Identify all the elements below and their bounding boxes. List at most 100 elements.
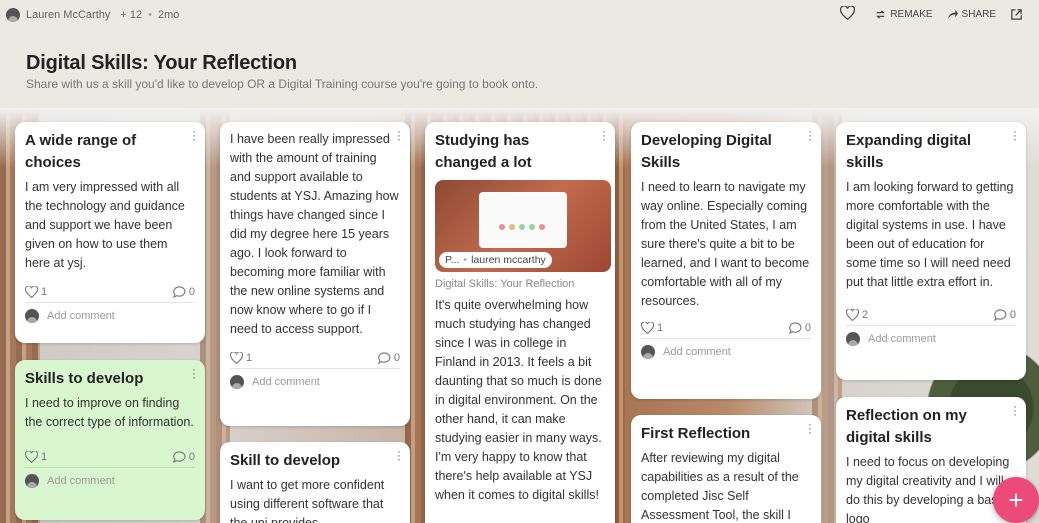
card-footer: 1 0 <box>25 281 195 303</box>
add-comment-label: Add comment <box>47 310 115 322</box>
thumbnail-dots <box>499 224 549 230</box>
remake-label: REMAKE <box>890 9 933 20</box>
comment-icon <box>172 285 186 298</box>
card-title: Expanding digital skills <box>846 132 972 171</box>
post-card[interactable]: · · · Expanding digital skills I am lookin… <box>836 122 1026 380</box>
add-comment-label: Add comment <box>252 376 320 388</box>
card-body: I am very impressed with all the technol… <box>25 180 185 270</box>
add-comment-row[interactable]: Add comment <box>230 369 400 395</box>
add-comment-row[interactable]: Add comment <box>846 326 1016 352</box>
share-icon <box>947 9 958 20</box>
remake-icon <box>876 10 886 19</box>
card-menu-button[interactable]: · · · <box>396 125 402 145</box>
heart-icon <box>641 321 654 334</box>
comment-count-button[interactable]: 0 <box>172 450 195 463</box>
user-avatar <box>25 474 39 488</box>
attachment-thumbnail <box>479 192 567 248</box>
post-card[interactable]: · · · Skill to develop I want to get more … <box>220 442 410 523</box>
toolbar-actions: REMAKE SHARE <box>840 5 1027 23</box>
card-title: Reflection on my digital skills <box>846 407 967 446</box>
card-body: I need to improve on finding the correct… <box>25 396 194 429</box>
comment-count-button[interactable]: 0 <box>788 321 811 334</box>
card-footer: 2 0 <box>846 304 1016 326</box>
card-title: First Reflection <box>641 425 751 442</box>
card-menu-button[interactable]: · · · <box>807 125 813 145</box>
card-menu-button[interactable]: · · · <box>601 125 607 145</box>
card-menu-button[interactable]: · · · <box>191 363 197 383</box>
post-age: 2mo <box>157 9 180 21</box>
comment-count-button[interactable]: 0 <box>993 308 1016 321</box>
comment-icon <box>172 450 186 463</box>
card-title: Developing Digital Skills <box>641 132 772 171</box>
add-comment-label: Add comment <box>868 333 936 345</box>
page-title: Digital Skills: Your Reflection <box>26 52 297 74</box>
card-menu-button[interactable]: · · · <box>191 125 197 145</box>
comment-count-button[interactable]: 0 <box>377 351 400 364</box>
share-label: SHARE <box>961 9 996 20</box>
remake-button[interactable]: REMAKE <box>875 9 933 20</box>
post-card[interactable]: · · · Studying has changed a lot P... • la… <box>425 122 615 523</box>
card-menu-button[interactable]: · · · <box>1012 125 1018 145</box>
author-name: Lauren McCarthy <box>26 9 111 21</box>
like-count: 2 <box>862 308 869 321</box>
heart-icon <box>230 351 243 364</box>
share-button[interactable]: SHARE <box>947 9 996 20</box>
add-comment-row[interactable]: Add comment <box>25 468 195 494</box>
like-button[interactable]: 2 <box>846 308 869 321</box>
comment-count-button[interactable]: 0 <box>172 285 195 298</box>
like-button[interactable]: 1 <box>641 321 663 334</box>
card-footer: 1 0 <box>230 347 400 369</box>
comment-count: 0 <box>188 450 195 463</box>
card-body: I want to get more confident using diffe… <box>230 478 385 523</box>
post-card[interactable]: · · · Developing Digital Skills I need to … <box>631 122 821 399</box>
like-count: 1 <box>41 285 48 298</box>
heart-icon[interactable] <box>840 5 856 23</box>
author-info[interactable]: Lauren McCarthy + 12 • 2mo <box>6 8 179 22</box>
add-comment-label: Add comment <box>47 475 115 487</box>
separator-dot: • <box>148 9 152 21</box>
card-title: A wide range of choices <box>25 132 137 171</box>
attachment-label: Digital Skills: Your Reflection <box>435 278 575 290</box>
external-link-icon <box>1011 9 1022 20</box>
card-title: Skills to develop <box>25 370 144 387</box>
card-body: I have been really impressed with the am… <box>230 132 399 336</box>
card-body: I am looking forward to getting more com… <box>846 180 1014 289</box>
open-external-button[interactable] <box>1010 8 1027 21</box>
plus-icon: + <box>1008 484 1024 515</box>
card-menu-button[interactable]: · · · <box>807 418 813 438</box>
add-comment-row[interactable]: Add comment <box>25 303 195 329</box>
post-card[interactable]: · · · First Reflection After reviewing my … <box>631 415 821 523</box>
comment-icon <box>377 351 391 364</box>
comment-icon <box>993 308 1007 321</box>
comment-icon <box>788 321 802 334</box>
post-card[interactable]: · · · A wide range of choices I am very im… <box>15 122 205 343</box>
post-card[interactable]: · · · I have been really impressed with th… <box>220 122 410 426</box>
like-button[interactable]: 1 <box>25 285 48 298</box>
card-title: Skill to develop <box>230 452 341 469</box>
add-post-button[interactable]: + <box>993 477 1039 523</box>
attachment-preview[interactable]: P... • lauren mccarthy <box>435 180 611 272</box>
comment-count: 0 <box>188 285 195 298</box>
author-avatar <box>6 8 20 22</box>
card-title: Studying has changed a lot <box>435 132 532 171</box>
top-bar: Lauren McCarthy + 12 • 2mo REMAKE SHARE <box>0 0 1039 32</box>
like-button[interactable]: 1 <box>230 351 252 364</box>
card-menu-button[interactable]: · · · <box>1012 400 1018 420</box>
card-menu-button[interactable]: · · · <box>396 445 402 465</box>
heart-icon <box>846 308 859 321</box>
attachment-short-title: P... <box>445 254 460 266</box>
user-avatar <box>846 332 860 346</box>
comment-count: 0 <box>393 351 400 364</box>
card-body: I need to focus on developing my digital… <box>846 455 1010 523</box>
post-card[interactable]: · · · Skills to develop I need to improve … <box>15 360 205 520</box>
comment-count: 0 <box>804 321 811 334</box>
card-footer: 1 0 <box>25 446 195 468</box>
card-body: It's quite overwhelming how much studyin… <box>435 298 602 502</box>
card-body: I need to learn to navigate my way onlin… <box>641 180 810 308</box>
user-avatar <box>230 375 244 389</box>
add-comment-row[interactable]: Add comment <box>641 339 811 365</box>
board-header: Digital Skills: Your Reflection Share wi… <box>26 52 538 91</box>
attachment-caption: P... • lauren mccarthy <box>439 252 552 268</box>
contributors-count[interactable]: + 12 <box>120 9 142 21</box>
like-button[interactable]: 1 <box>25 450 47 463</box>
